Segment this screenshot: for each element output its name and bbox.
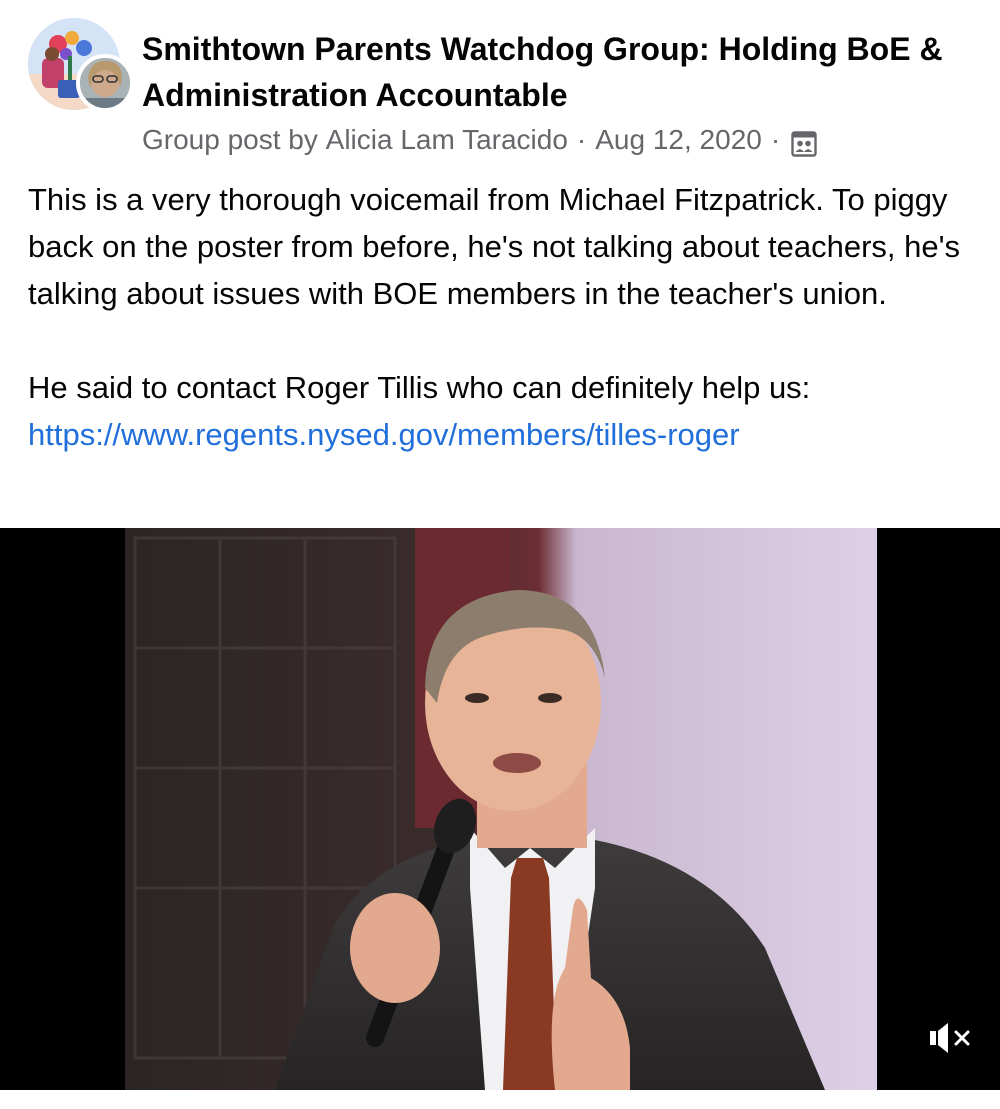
avatar-stack[interactable]	[28, 18, 134, 114]
group-name[interactable]: Smithtown Parents Watchdog Group: Holdin…	[142, 26, 962, 118]
video-frame[interactable]	[125, 528, 877, 1090]
author-name[interactable]: Alicia Lam Taracido	[326, 120, 568, 160]
post-date[interactable]: Aug 12, 2020	[595, 120, 762, 160]
regents-link[interactable]: https://www.regents.nysed.gov/members/ti…	[28, 417, 740, 452]
post-paragraph-2: He said to contact Roger Tillis who can …	[28, 370, 811, 405]
post-header: Smithtown Parents Watchdog Group: Holdin…	[0, 0, 1000, 170]
video-player[interactable]	[0, 528, 1000, 1090]
group-members-icon[interactable]	[791, 128, 817, 157]
post-meta: Group post by Alicia Lam Taracido · Aug …	[142, 120, 817, 160]
meta-separator: ·	[576, 124, 587, 155]
post-footer-spacer	[0, 1090, 1000, 1109]
meta-prefix: Group post by	[142, 124, 318, 155]
facebook-group-post: Smithtown Parents Watchdog Group: Holdin…	[0, 0, 1000, 1109]
author-photo	[80, 58, 130, 108]
speaker-muted-icon	[930, 1023, 970, 1053]
post-paragraph-1: This is a very thorough voicemail from M…	[28, 182, 961, 311]
mute-toggle-button[interactable]	[924, 1018, 976, 1058]
author-avatar[interactable]	[76, 54, 134, 112]
speaker-photo	[125, 528, 877, 1090]
post-text: This is a very thorough voicemail from M…	[28, 176, 978, 458]
meta-separator: ·	[770, 124, 781, 155]
